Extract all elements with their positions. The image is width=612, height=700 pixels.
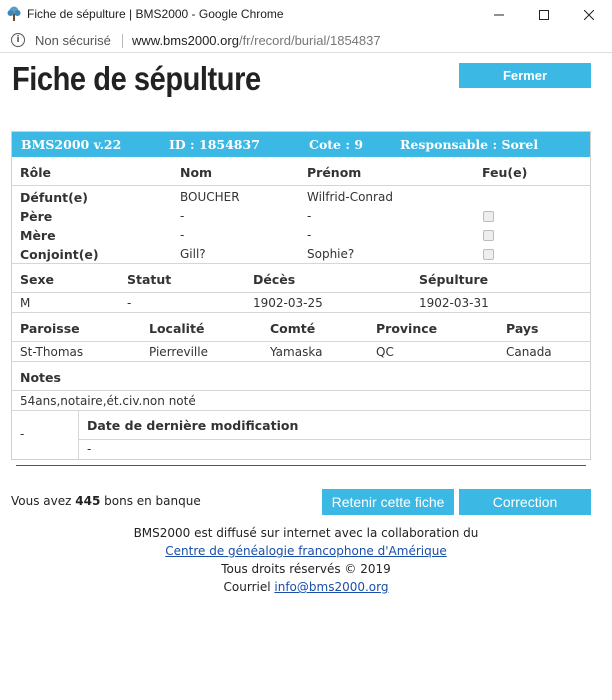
bank-count: 445 — [75, 494, 101, 508]
modification-label: Date de dernière modification — [87, 418, 299, 433]
modification-section: - Date de dernière modification - — [12, 411, 590, 459]
record-cote: Cote : 9 — [309, 137, 364, 152]
feu-mere-checkbox — [483, 230, 494, 241]
footer-copyright: Tous droits réservés © 2019 — [221, 562, 391, 576]
maximize-icon — [539, 9, 549, 20]
page-divider — [16, 465, 586, 466]
footer-email-prefix: Courriel — [223, 580, 275, 594]
address-bar[interactable]: i Non sécurisé www.bms2000.org/fr/record… — [0, 29, 612, 53]
bank-prefix: Vous avez — [11, 494, 76, 508]
role-conjoint: Conjoint(e) — [20, 247, 99, 262]
footer-email-line: Courriel info@bms2000.org — [0, 578, 612, 596]
cgfa-link[interactable]: Centre de généalogie francophone d'Améri… — [165, 544, 446, 558]
window-titlebar: Fiche de sépulture | BMS2000 - Google Ch… — [0, 0, 612, 29]
column-divider — [78, 411, 79, 459]
value-comte: Yamaska — [270, 345, 323, 359]
col-statut: Statut — [127, 272, 172, 287]
feu-pere-checkbox — [483, 211, 494, 222]
footer-line-collaboration: BMS2000 est diffusé sur internet avec la… — [133, 526, 479, 540]
burial-record: BMS2000 v.22 ID : 1854837 Cote : 9 Respo… — [11, 131, 591, 460]
retain-record-button[interactable]: Retenir cette fiche — [322, 489, 454, 515]
record-header: BMS2000 v.22 ID : 1854837 Cote : 9 Respo… — [12, 132, 590, 157]
minimize-icon — [494, 14, 504, 15]
col-sexe: Sexe — [20, 272, 55, 287]
prenom-mere: - — [307, 228, 312, 242]
url-path: /fr/record/burial/1854837 — [238, 33, 381, 48]
prenom-pere: - — [307, 209, 312, 223]
vitals-section: Sexe Statut Décès Sépulture M - 1902-03-… — [12, 264, 590, 313]
value-sexe: M — [20, 296, 31, 310]
nom-defunt: BOUCHER — [180, 190, 240, 204]
role-defunt: Défunt(e) — [20, 190, 88, 205]
notes-section: Notes 54ans,notaire,ét.civ.non noté — [12, 362, 590, 411]
close-icon — [584, 9, 594, 20]
tree-icon — [7, 6, 21, 21]
minimize-button[interactable] — [476, 0, 522, 29]
nom-conjoint: Gill? — [180, 247, 206, 261]
prenom-conjoint: Sophie? — [307, 247, 355, 261]
col-comte: Comté — [270, 321, 316, 336]
url-text[interactable]: www.bms2000.org/fr/record/burial/1854837 — [132, 33, 381, 48]
col-paroisse: Paroisse — [20, 321, 80, 336]
bank-balance: Vous avez 445 bons en banque — [11, 494, 201, 508]
modification-value: - — [87, 442, 92, 456]
place-section: Paroisse Localité Comté Province Pays St… — [12, 313, 590, 362]
page-title: Fiche de sépulture — [12, 60, 261, 97]
record-responsable: Responsable : Sorel — [400, 137, 539, 152]
prenom-defunt: Wilfrid-Conrad — [307, 190, 393, 204]
nom-mere: - — [180, 228, 185, 242]
col-feu: Feu(e) — [482, 165, 528, 180]
row-divider — [12, 185, 590, 186]
window-title: Fiche de sépulture | BMS2000 - Google Ch… — [27, 7, 284, 21]
close-button[interactable]: Fermer — [459, 63, 591, 88]
role-pere: Père — [20, 209, 53, 224]
role-mere: Mère — [20, 228, 56, 243]
notes-value: 54ans,notaire,ét.civ.non noté — [20, 394, 196, 408]
footer: BMS2000 est diffusé sur internet avec la… — [0, 524, 612, 596]
col-role: Rôle — [20, 165, 51, 180]
value-paroisse: St-Thomas — [20, 345, 84, 359]
row-divider — [12, 390, 590, 391]
row-divider — [12, 292, 590, 293]
row-divider — [12, 341, 590, 342]
value-sepulture: 1902-03-31 — [419, 296, 489, 310]
col-prenom: Prénom — [307, 165, 362, 180]
value-statut: - — [127, 296, 132, 310]
info-icon[interactable]: i — [11, 33, 25, 47]
value-deces: 1902-03-25 — [253, 296, 323, 310]
feu-conjoint-checkbox — [483, 249, 494, 260]
col-localite: Localité — [149, 321, 205, 336]
value-pays: Canada — [506, 345, 552, 359]
maximize-button[interactable] — [521, 0, 567, 29]
nom-pere: - — [180, 209, 185, 223]
record-version: BMS2000 v.22 — [21, 137, 122, 152]
row-divider — [78, 439, 590, 440]
address-separator — [122, 34, 123, 48]
notes-label: Notes — [20, 370, 61, 385]
value-localite: Pierreville — [149, 345, 208, 359]
col-sepulture: Sépulture — [419, 272, 489, 287]
col-province: Province — [376, 321, 438, 336]
col-pays: Pays — [506, 321, 539, 336]
modification-left-value: - — [20, 427, 25, 441]
correction-button[interactable]: Correction — [459, 489, 591, 515]
bank-suffix: bons en banque — [100, 494, 201, 508]
persons-section: Rôle Nom Prénom Feu(e) Défunt(e) BOUCHER… — [12, 157, 590, 264]
url-host: www.bms2000.org — [132, 33, 239, 48]
security-label[interactable]: Non sécurisé — [35, 33, 111, 48]
value-province: QC — [376, 345, 394, 359]
close-window-button[interactable] — [566, 0, 612, 29]
email-link[interactable]: info@bms2000.org — [274, 580, 388, 594]
record-id: ID : 1854837 — [169, 137, 260, 152]
col-nom: Nom — [180, 165, 213, 180]
col-deces: Décès — [253, 272, 296, 287]
